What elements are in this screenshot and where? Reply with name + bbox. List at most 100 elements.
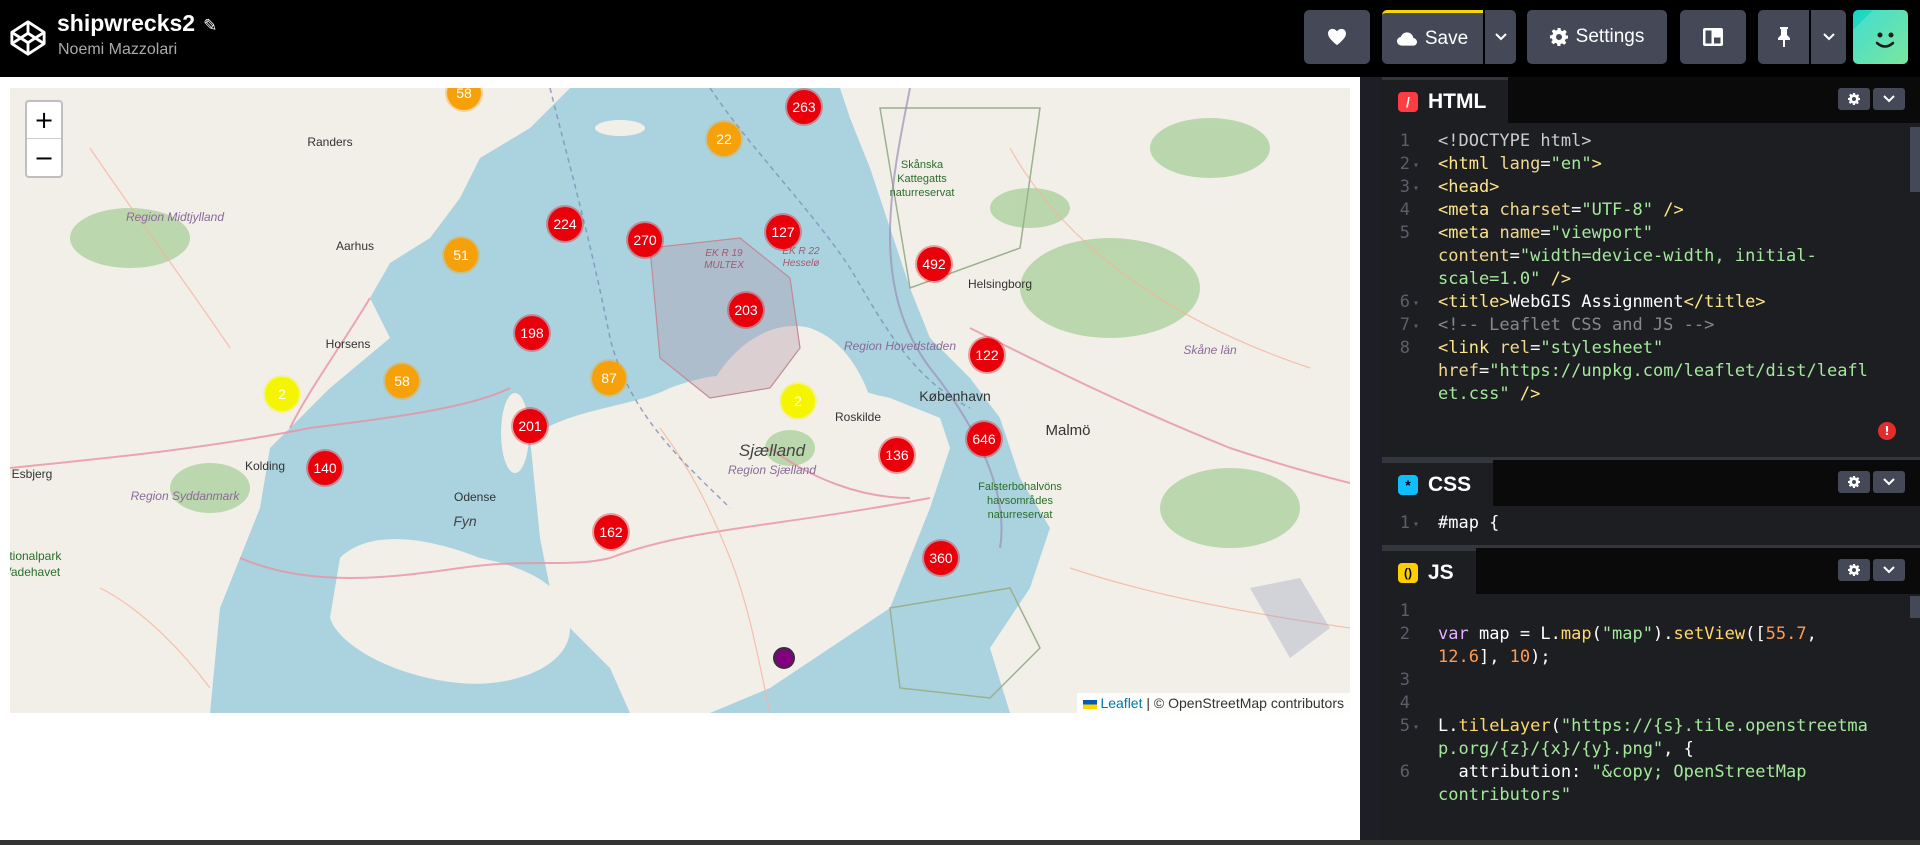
map-label-region-midtjylland: Region Midtjylland [126, 210, 224, 224]
codepen-logo-icon[interactable] [9, 19, 47, 57]
fold-arrow-icon[interactable]: ▾ [1413, 175, 1419, 203]
fold-arrow-icon[interactable]: ▾ [1413, 714, 1419, 742]
css-editor-tab[interactable]: * CSS [1382, 460, 1494, 506]
cluster-marker[interactable]: 127 [764, 213, 802, 251]
js-scrollbar[interactable] [1910, 596, 1920, 618]
cluster-marker[interactable]: 263 [785, 88, 823, 126]
cluster-marker[interactable]: 646 [965, 420, 1003, 458]
map-label-kobenhavn: København [919, 388, 991, 404]
cluster-marker[interactable]: 203 [727, 291, 765, 329]
html-code-area[interactable]: 1 <!DOCTYPE html> 2 ▾ <html lang="en"> 3 ▾ <hea… [1382, 127, 1920, 457]
cluster-count: 2 [794, 393, 802, 409]
map-label-skanska-2: Kattegatts [897, 173, 947, 185]
cluster-marker[interactable]: 2 [263, 375, 301, 413]
cloud-icon [1396, 31, 1417, 46]
pin-icon [1777, 27, 1790, 47]
pane-resizer[interactable] [1360, 77, 1382, 840]
map-label-malmo: Malmö [1045, 422, 1090, 439]
map-tiles[interactable]: Randers Region Midtjylland Aarhus Horsens Ko… [10, 88, 1350, 713]
css-settings-button[interactable] [1838, 471, 1870, 493]
pencil-icon[interactable]: ✎ [203, 16, 217, 36]
pen-title-text[interactable]: shipwrecks2 [57, 10, 195, 36]
html-scrollbar[interactable] [1910, 127, 1920, 192]
cluster-marker[interactable]: 122 [968, 336, 1006, 374]
map-label-sjaelland: Sjælland [739, 441, 806, 460]
chevron-down-icon [1883, 478, 1895, 486]
map-label-falster-3: naturreservat [988, 509, 1053, 521]
chevron-down-icon [1883, 566, 1895, 574]
pin-button[interactable] [1758, 10, 1809, 64]
html-settings-button[interactable] [1838, 88, 1870, 110]
js-code-area[interactable]: 1 2 var map = L.map("map").setView([55.7, 1… [1382, 597, 1920, 840]
cluster-marker[interactable]: 162 [592, 513, 630, 551]
cluster-marker[interactable]: 51 [442, 236, 480, 274]
line-number: 2 [1399, 624, 1410, 644]
zoom-out-button[interactable]: − [27, 139, 61, 176]
cluster-marker[interactable]: 2 [779, 382, 817, 420]
gear-icon [1549, 28, 1568, 46]
cluster-marker[interactable]: 360 [922, 539, 960, 577]
change-view-button[interactable] [1680, 10, 1746, 64]
map-label-helsingborg: Helsingborg [968, 277, 1032, 291]
cluster-marker[interactable]: 224 [546, 205, 584, 243]
author-name[interactable]: Noemi Mazzolari [58, 41, 177, 59]
map-label-falster-1: Falsterbohalvöns [978, 481, 1062, 493]
cluster-marker[interactable]: 201 [511, 407, 549, 445]
js-collapse-button[interactable] [1873, 559, 1905, 581]
cluster-count: 51 [453, 247, 469, 263]
map-label-region-sjaelland: Region Sjælland [728, 463, 816, 477]
map-label-skanska-1: Skånska [901, 159, 944, 171]
error-icon[interactable]: ! [1878, 422, 1896, 440]
map-label-esbjerg: Esbjerg [12, 467, 53, 481]
pin-options-button[interactable] [1811, 10, 1846, 64]
html-slash-icon: / [1398, 91, 1418, 112]
leaflet-map[interactable]: Randers Region Midtjylland Aarhus Horsens Ko… [10, 88, 1350, 713]
js-settings-button[interactable] [1838, 559, 1870, 581]
gear-icon [1848, 93, 1860, 105]
save-options-button[interactable] [1485, 10, 1516, 64]
map-label-fyn: Fyn [453, 513, 477, 529]
html-collapse-button[interactable] [1873, 88, 1905, 110]
code-line[interactable]: 12.6], 10); [1438, 643, 1551, 671]
leaflet-link[interactable]: Leaflet [1100, 695, 1142, 711]
user-avatar[interactable] [1853, 10, 1908, 64]
map-label-ekr22-2: Hesselø [783, 258, 820, 269]
fold-arrow-icon[interactable]: ▾ [1413, 511, 1419, 539]
cluster-marker[interactable]: 87 [590, 359, 628, 397]
code-line[interactable]: et.css" /> [1438, 380, 1540, 408]
map-label-odense: Odense [454, 490, 496, 504]
pen-title[interactable]: shipwrecks2 ✎ [57, 10, 217, 37]
cluster-count: 122 [975, 347, 999, 363]
js-editor-tab[interactable]: () JS [1382, 548, 1476, 594]
map-label-skanska-3: naturreservat [890, 187, 955, 199]
css-code-area[interactable]: 1 ▾ #map { [1382, 509, 1920, 545]
save-button[interactable]: Save [1382, 10, 1483, 64]
map-label-roskilde: Roskilde [835, 410, 881, 424]
cluster-count: 58 [456, 88, 472, 101]
cluster-marker[interactable]: 22 [705, 120, 743, 158]
cluster-count: 140 [313, 460, 337, 476]
header-bar: shipwrecks2 ✎ Noemi Mazzolari Save Settin… [0, 0, 1920, 76]
html-editor-tab[interactable]: / HTML [1382, 77, 1509, 123]
zoom-in-button[interactable]: + [27, 102, 61, 139]
cluster-marker[interactable]: 58 [383, 362, 421, 400]
cluster-count: 198 [520, 325, 544, 341]
cluster-marker[interactable]: 136 [878, 436, 916, 474]
code-line[interactable]: #map { [1438, 509, 1499, 537]
map-label-horsens: Horsens [326, 337, 371, 351]
map-attribution: Leaflet | © OpenStreetMap contributors [1077, 693, 1350, 713]
css-collapse-button[interactable] [1873, 471, 1905, 493]
shipwreck-point-marker[interactable] [773, 647, 795, 669]
heart-icon [1328, 28, 1346, 46]
land-anholt [595, 120, 645, 136]
settings-button[interactable]: Settings [1527, 10, 1667, 64]
code-line[interactable]: contributors" [1438, 781, 1571, 809]
cluster-marker[interactable]: 140 [306, 449, 344, 487]
cluster-marker[interactable]: 270 [626, 221, 664, 259]
love-button[interactable] [1304, 10, 1370, 64]
fold-arrow-icon[interactable]: ▾ [1413, 313, 1419, 341]
map-label-kolding: Kolding [245, 459, 285, 473]
cluster-marker[interactable]: 492 [915, 245, 953, 283]
cluster-count: 224 [553, 216, 577, 232]
cluster-marker[interactable]: 198 [513, 314, 551, 352]
